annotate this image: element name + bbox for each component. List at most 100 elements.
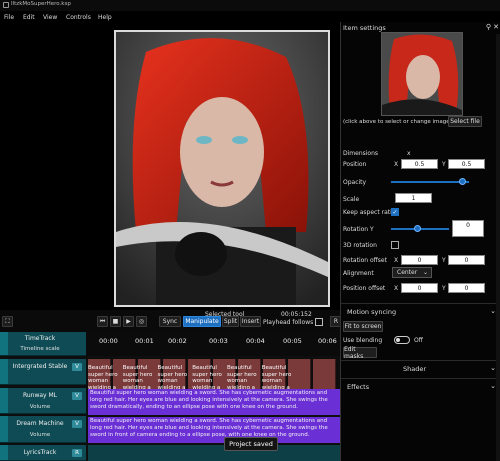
position-label: Position (343, 161, 367, 168)
stop-button[interactable]: ■ (110, 316, 121, 327)
item-image (382, 33, 462, 115)
playhead-follows-checkbox[interactable] (315, 318, 323, 326)
lyrics-lane[interactable] (88, 445, 340, 461)
track-visibility-button[interactable]: V (72, 363, 82, 371)
opacity-slider-thumb[interactable] (459, 178, 467, 185)
position-y-input[interactable]: 0.5 (448, 159, 485, 169)
section-title: Shader (403, 365, 427, 373)
clip-caption: Beautiful super hero woman wielding a (261, 365, 292, 391)
rotation-y-label: Rotation Y (343, 226, 374, 233)
dimensions-x: x (407, 150, 411, 157)
track-header-lyrics[interactable]: LyricsTrack R (0, 445, 86, 461)
position-offset-x-input[interactable]: 0 (401, 283, 438, 293)
clip-caption: Beautiful super hero woman wielding a (192, 365, 222, 391)
opacity-label: Opacity (343, 179, 367, 186)
ruler-tick: 00:02 (168, 337, 187, 345)
play-icon: ▶ (126, 318, 131, 325)
track-name: TimeTrack (24, 335, 56, 342)
position-offset-y-input[interactable]: 0 (448, 283, 485, 293)
fit-to-screen-button[interactable]: Fit to screen (343, 321, 383, 332)
scale-input[interactable]: 1 (395, 193, 432, 203)
shader-section[interactable]: Shader ⌄ (341, 360, 500, 376)
track-name: LyricsTrack (23, 449, 57, 456)
track-header-timetrack[interactable]: TimeTrack Timeline scale (0, 332, 86, 356)
panel-scrollbar[interactable] (496, 34, 500, 461)
menu-controls[interactable]: Controls (66, 14, 91, 21)
position-offset-x-label: X (394, 285, 399, 292)
rotation-offset-y-input[interactable]: 0 (448, 255, 485, 265)
alignment-value: Center (397, 269, 418, 276)
track-sub-label: Timeline scale (20, 346, 60, 352)
rotation-3d-label: 3D rotation (343, 242, 377, 249)
opacity-slider[interactable] (391, 181, 469, 183)
ruler-tick: 00:04 (246, 337, 265, 345)
track-name: Intergrated Stable (12, 363, 68, 370)
dimensions-label: Dimensions (343, 150, 379, 157)
alignment-label: Alignment (343, 270, 374, 277)
track-header-stable[interactable]: Intergrated Stable V (0, 359, 86, 385)
prompt-clip[interactable]: Beautiful super hero woman wielding a sw… (88, 417, 340, 443)
ruler-tick: 00:03 (209, 337, 228, 345)
track-visibility-button[interactable]: V (72, 420, 82, 428)
track-sub-label: Volume (29, 404, 51, 410)
chevron-down-icon: ⌄ (422, 269, 428, 276)
menu-help[interactable]: Help (98, 14, 112, 21)
title-bar: IltzkMoSuperHero.ksp (0, 0, 500, 11)
edit-masks-button[interactable]: Edit masks (343, 346, 377, 360)
track-visibility-button[interactable]: V (72, 392, 82, 400)
playhead-follows-label: Playhead follows (263, 319, 314, 326)
effects-section[interactable]: Effects ⌄ (341, 378, 500, 394)
pin-icon[interactable]: ⚲ (486, 23, 491, 31)
rewind-button[interactable]: ⏮ (97, 316, 108, 327)
track-record-button[interactable]: R (72, 449, 82, 457)
track-name: Runway ML (22, 392, 58, 399)
position-y-label: Y (442, 161, 446, 168)
track-header-dream-machine[interactable]: Dream Machine Volume V (0, 416, 86, 443)
rotation-offset-y-label: Y (442, 257, 446, 264)
clip-caption: Beautiful super hero woman wielding a (122, 365, 153, 391)
window-title: IltzkMoSuperHero.ksp (11, 1, 71, 7)
scale-label: Scale (343, 196, 360, 203)
play-button[interactable]: ▶ (123, 316, 134, 327)
clip-caption: Beautiful super hero woman wielding a (88, 365, 118, 391)
item-settings-panel: Item settings ⚲ ✕ (click above to select… (340, 22, 500, 461)
record-button[interactable]: ◎ (136, 316, 147, 327)
rotation-y-slider-thumb[interactable] (413, 225, 421, 232)
menu-view[interactable]: View (43, 14, 57, 21)
close-icon[interactable]: ✕ (493, 23, 499, 31)
clip-caption: Beautiful super hero woman wielding a (227, 365, 257, 391)
menu-edit[interactable]: Edit (23, 14, 35, 21)
prompt-clip[interactable]: Beautiful super hero woman wielding a sw… (88, 389, 340, 415)
position-x-label: X (394, 161, 399, 168)
rotation-y-input[interactable]: 0 (452, 220, 484, 237)
clip-captions: Beautiful super hero woman wielding a Be… (88, 365, 340, 391)
position-x-input[interactable]: 0.5 (401, 159, 438, 169)
rotation-3d-checkbox[interactable] (391, 241, 399, 249)
fullscreen-icon: ⛶ (5, 317, 10, 325)
rotation-offset-x-input[interactable]: 0 (401, 255, 438, 265)
manipulate-tool-button[interactable]: Manipulate (183, 316, 221, 327)
motion-syncing-section[interactable]: Motion syncing ⌄ (341, 303, 500, 319)
insert-tool-button[interactable]: Insert (240, 316, 261, 327)
item-image-thumbnail[interactable] (381, 32, 463, 116)
transport-bar: Selected tool 00:05:152 ⛶ ⏮ ■ ▶ ◎ Sync M… (0, 310, 342, 332)
ruler-tick: 00:01 (135, 337, 154, 345)
track-header-runway[interactable]: Runway ML Volume V (0, 388, 86, 414)
preview-canvas[interactable] (114, 30, 330, 307)
clip-caption: Beautiful super hero woman wielding a (157, 365, 188, 391)
timeline: 00:00 00:01 00:02 00:03 00:04 00:05 00:0… (0, 332, 340, 461)
record-icon: ◎ (138, 318, 145, 325)
sync-button[interactable]: Sync (159, 316, 181, 327)
stop-icon: ■ (112, 318, 119, 325)
alignment-dropdown[interactable]: Center ⌄ (392, 267, 432, 278)
split-tool-button[interactable]: Split (222, 316, 239, 327)
select-file-button[interactable]: Select file (448, 116, 482, 127)
blending-toggle[interactable] (394, 336, 410, 344)
track-sub-label: Volume (29, 432, 51, 438)
menu-bar: File Edit View Controls Help (0, 12, 340, 24)
keep-aspect-checkbox[interactable]: ✓ (391, 208, 399, 216)
fullscreen-button[interactable]: ⛶ (2, 316, 13, 327)
menu-file[interactable]: File (4, 14, 14, 21)
save-toast: Project saved (224, 437, 278, 451)
rotation-offset-label: Rotation offset (343, 257, 387, 264)
